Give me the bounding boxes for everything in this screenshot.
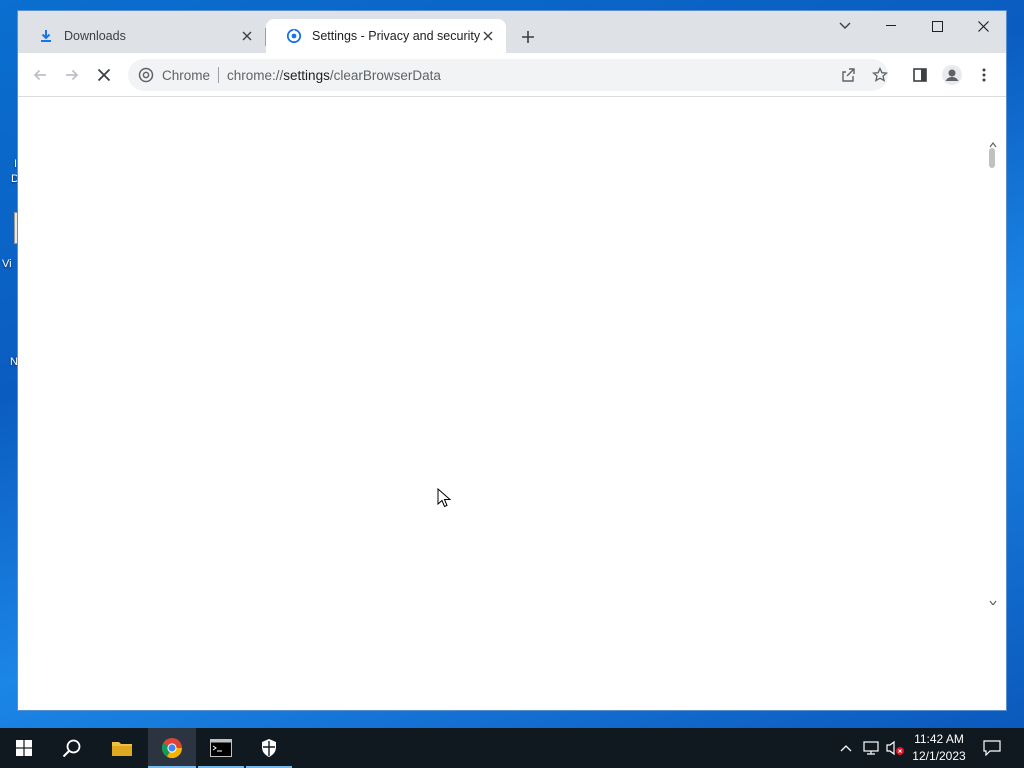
chrome-settings-icon: [286, 28, 302, 44]
volume-muted-icon[interactable]: [884, 728, 906, 768]
taskbar-chrome[interactable]: [148, 728, 196, 768]
close-window-button[interactable]: [960, 11, 1006, 41]
tab-title: Settings - Privacy and security: [312, 29, 480, 43]
search-icon: [62, 739, 81, 758]
side-panel-icon[interactable]: [906, 61, 934, 89]
file-explorer-icon: [112, 742, 132, 756]
minimize-button[interactable]: [868, 11, 914, 41]
page-scrollbar[interactable]: [986, 125, 1002, 605]
profile-avatar-icon[interactable]: [938, 61, 966, 89]
site-chip-label: Chrome: [162, 67, 211, 83]
kebab-menu-icon[interactable]: [970, 61, 998, 89]
chrome-icon: [161, 738, 183, 759]
tray-overflow-chevron-icon[interactable]: [835, 728, 857, 768]
mouse-cursor-icon: [437, 488, 451, 508]
back-button[interactable]: [26, 61, 54, 89]
browser-toolbar: Chrome chrome://settings/clearBrowserDat…: [18, 53, 1006, 97]
tab-downloads[interactable]: Downloads: [18, 19, 265, 53]
forward-button[interactable]: [58, 61, 86, 89]
search-button[interactable]: [48, 728, 96, 768]
omnibox-divider: [218, 67, 220, 83]
clock-date: 12/1/2023: [912, 749, 966, 763]
page-content: [18, 98, 1006, 710]
desktop-icon-label: Vi: [2, 258, 12, 270]
close-tab-icon[interactable]: [480, 28, 496, 44]
taskbar-security[interactable]: [246, 728, 292, 768]
taskbar-terminal[interactable]: [198, 728, 244, 768]
tab-title: Downloads: [64, 29, 126, 43]
tab-strip: Downloads Settings - Privacy and securit…: [18, 11, 1006, 53]
bookmark-star-icon[interactable]: [868, 63, 892, 87]
network-icon[interactable]: [860, 728, 882, 768]
url-scheme: chrome://: [227, 67, 284, 83]
url-text: chrome://settings/clearBrowserData: [227, 68, 441, 83]
share-icon[interactable]: [836, 63, 860, 87]
tab-settings[interactable]: Settings - Privacy and security: [266, 19, 506, 53]
stop-loading-button[interactable]: [90, 61, 118, 89]
taskbar-file-explorer[interactable]: [98, 728, 146, 768]
address-bar[interactable]: Chrome chrome://settings/clearBrowserDat…: [128, 59, 888, 91]
maximize-button[interactable]: [914, 11, 960, 41]
url-path: /clearBrowserData: [329, 67, 441, 83]
shield-icon: [262, 739, 276, 757]
tab-search-button[interactable]: [822, 11, 868, 41]
scrollbar-thumb[interactable]: [989, 148, 995, 168]
start-icon: [16, 740, 32, 756]
browser-window: Downloads Settings - Privacy and securit…: [17, 10, 1007, 711]
close-tab-icon[interactable]: [239, 28, 255, 44]
new-tab-button[interactable]: [516, 25, 540, 49]
terminal-icon: [210, 739, 232, 757]
system-clock[interactable]: 11:42 AM 12/1/2023: [906, 731, 972, 765]
start-button[interactable]: [0, 728, 48, 768]
taskbar: 11:42 AM 12/1/2023: [0, 728, 1024, 768]
download-icon: [38, 28, 54, 44]
chrome-icon: [138, 67, 154, 83]
clock-time: 11:42 AM: [914, 732, 964, 746]
notification-center-icon[interactable]: [980, 728, 1004, 768]
url-host: settings: [283, 67, 330, 83]
